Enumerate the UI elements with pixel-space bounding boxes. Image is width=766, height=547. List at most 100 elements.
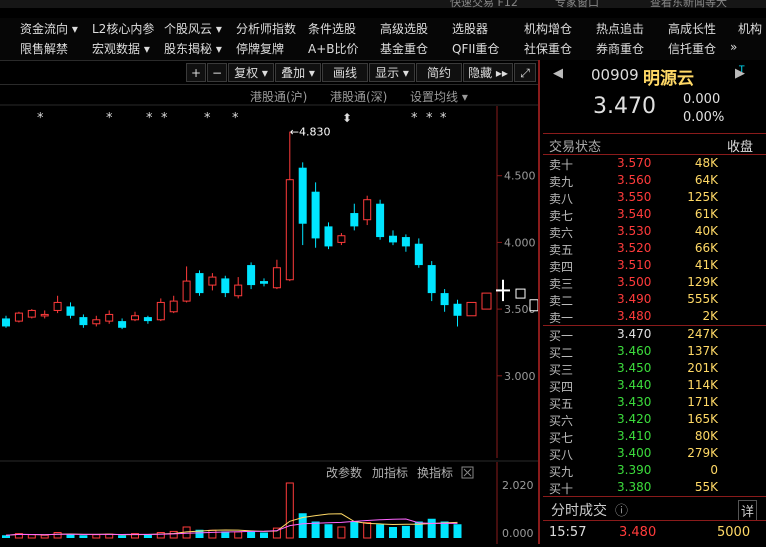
menu-ab-compare[interactable]: A+B比价 (308, 40, 359, 57)
y-axis-ticks: 4.5004.0003.5003.000 (497, 170, 536, 383)
news-link[interactable]: 查看东新闻等大 (650, 0, 727, 8)
event-marker-icon[interactable]: * (204, 111, 211, 126)
display-dropdown[interactable]: 显示 ▾ (369, 63, 415, 82)
menu-advanced-select[interactable]: 高级选股 (380, 20, 428, 37)
ask-level-label: 卖六 (549, 226, 574, 240)
bid-level-row[interactable]: 买五 3.430 171K (543, 395, 766, 412)
menu-high-growth[interactable]: 高成长性 (668, 20, 716, 37)
bid-level-row[interactable]: 买四 3.440 114K (543, 378, 766, 395)
prev-stock-arrow-icon[interactable]: ◀ (553, 66, 563, 81)
ask-level-row[interactable]: 卖五 3.520 66K (543, 241, 766, 258)
menu-trust-holdings[interactable]: 信托重仓 (668, 40, 716, 57)
bid-level-row[interactable]: 买八 3.400 279K (543, 446, 766, 463)
bid-level-row[interactable]: 买十 3.380 55K (543, 480, 766, 497)
candle-body-up (234, 284, 243, 297)
info-icon[interactable]: ⓘ (615, 500, 628, 519)
hide-panel-button[interactable]: 隐藏 ▸▸ (463, 63, 513, 82)
expert-window-link[interactable]: 专家窗口 (555, 0, 599, 8)
menu-macro-data[interactable]: 宏观数据 ▾ (92, 40, 150, 57)
kline-chart-area[interactable]: 港股通(沪) 港股通(深) 设置均线 ▾ 4.500 4.000 3.500 3.00… (0, 86, 539, 544)
ask-level-row[interactable]: 卖三 3.500 129K (543, 275, 766, 292)
overlay-dropdown[interactable]: 叠加 ▾ (275, 63, 321, 82)
ask-level-row[interactable]: 卖一 3.480 2K (543, 309, 766, 326)
adjust-price-dropdown[interactable]: 复权 ▾ (228, 63, 274, 82)
event-marker-icon[interactable]: * (37, 111, 44, 126)
volume-bar-up (40, 534, 49, 539)
ask-level-label: 卖一 (549, 311, 574, 325)
candle-body-down (66, 306, 75, 316)
event-markers[interactable]: * * * * * * * * * ⬍ (37, 111, 447, 126)
candle-body-down (324, 226, 333, 247)
menu-stock-picker[interactable]: 选股器 (452, 20, 488, 37)
zoom-out-button[interactable]: − (207, 63, 227, 82)
change-params-button[interactable]: 改参数 (326, 465, 362, 480)
event-marker-icon[interactable]: * (106, 111, 113, 126)
ask-level-row[interactable]: 卖十 3.570 48K (543, 156, 766, 173)
bid-level-label: 买四 (549, 380, 574, 394)
event-marker-icon[interactable]: * (161, 111, 168, 126)
ask-level-row[interactable]: 卖七 3.540 61K (543, 207, 766, 224)
ask-level-row[interactable]: 卖九 3.560 64K (543, 173, 766, 190)
bid-level-row[interactable]: 买一 3.470 247K (543, 327, 766, 344)
menu-fund-holdings[interactable]: 基金重仓 (380, 40, 428, 57)
volume-bar-up (169, 530, 178, 539)
bid-level-label: 买三 (549, 363, 574, 377)
menu-hot-chase[interactable]: 热点追击 (596, 20, 644, 37)
ma-setting-dropdown[interactable]: 设置均线 ▾ (410, 90, 468, 104)
fullscreen-icon[interactable]: ⤢ (514, 63, 536, 82)
trade-detail-button[interactable]: 详 (738, 500, 758, 521)
ask-level-price: 3.560 (617, 173, 652, 187)
menu-more-button[interactable]: » (730, 40, 737, 54)
menu-fund-flow[interactable]: 资金流向 ▾ (20, 20, 78, 37)
bid-level-row[interactable]: 买七 3.410 80K (543, 429, 766, 446)
tick-trades-title: 分时成交 (551, 503, 607, 519)
quick-trade-link[interactable]: 快速交易 F12 (450, 0, 518, 8)
bid-level-row[interactable]: 买九 3.390 0 (543, 463, 766, 480)
event-marker-icon[interactable]: * (232, 111, 239, 126)
switch-indicator-button[interactable]: 换指标 (417, 465, 453, 480)
bid-level-row[interactable]: 买六 3.420 165K (543, 412, 766, 429)
bid-level-row[interactable]: 买二 3.460 137K (543, 344, 766, 361)
menu-l2-insight[interactable]: L2核心内参 (92, 20, 154, 37)
menu-analyst-index[interactable]: 分析师指数 (236, 20, 296, 37)
add-indicator-button[interactable]: 加指标 (372, 465, 408, 480)
menu-qfii-holdings[interactable]: QFII重仓 (452, 40, 499, 57)
menu-stock-story[interactable]: 个股风云 ▾ (164, 20, 222, 37)
ask-level-row[interactable]: 卖四 3.510 41K (543, 258, 766, 275)
bid-level-label: 买五 (549, 397, 574, 411)
ask-level-row[interactable]: 卖六 3.530 40K (543, 224, 766, 241)
menu-social-security[interactable]: 社保重仓 (524, 40, 572, 57)
simple-mode-button[interactable]: 简约 (416, 63, 462, 82)
event-marker-icon[interactable]: * (411, 111, 418, 126)
menu-institution-add[interactable]: 机构增仓 (524, 20, 572, 37)
zoom-in-button[interactable]: + (186, 63, 206, 82)
ask-level-row[interactable]: 卖二 3.490 555K (543, 292, 766, 309)
menu-lockup-release[interactable]: 限售解禁 (20, 40, 68, 57)
event-marker-icon[interactable]: * (426, 111, 433, 126)
volume-bar-down (427, 518, 436, 538)
panel-splitter[interactable] (538, 60, 540, 544)
candle-body-up (272, 267, 281, 289)
overlay-candle (466, 301, 477, 317)
candle-body-up (363, 199, 372, 221)
ask-level-row[interactable]: 卖八 3.550 125K (543, 190, 766, 207)
draw-line-button[interactable]: 画线 (322, 63, 368, 82)
menu-broker-holdings[interactable]: 券商重仓 (596, 40, 644, 57)
bid-level-label: 买八 (549, 448, 574, 462)
menu-shareholder[interactable]: 股东揭秘 ▾ (164, 40, 222, 57)
trade-status-label: 交易状态 (549, 140, 602, 155)
bid-level-label: 买七 (549, 431, 574, 445)
candle-body-up (208, 276, 217, 286)
menu-suspension[interactable]: 停牌复牌 (236, 40, 284, 57)
ask-level-price: 3.540 (617, 207, 652, 221)
event-marker-icon[interactable]: ⬍ (342, 111, 352, 125)
hk-connect-sh-label[interactable]: 港股通(沪) (250, 90, 307, 104)
menu-institution[interactable]: 机构 (738, 20, 762, 37)
ask-level-volume: 555K (687, 292, 718, 306)
bid-level-row[interactable]: 买三 3.450 201K (543, 361, 766, 378)
bid-level-price: 3.400 (617, 446, 652, 460)
event-marker-icon[interactable]: * (146, 111, 153, 126)
menu-condition-select[interactable]: 条件选股 (308, 20, 356, 37)
event-marker-icon[interactable]: * (440, 111, 447, 126)
hk-connect-sz-label[interactable]: 港股通(深) (330, 90, 387, 104)
